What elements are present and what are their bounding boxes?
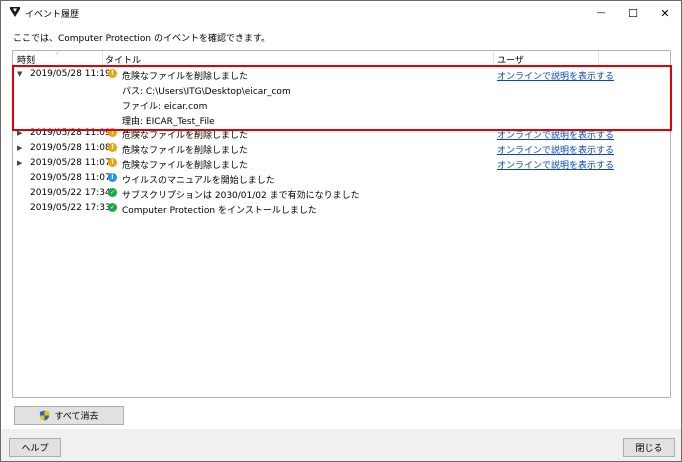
warning-icon: ! [108,158,117,167]
minimize-icon: — [596,8,606,18]
online-help-link[interactable]: オンラインで説明を表示する [497,128,614,141]
event-row[interactable]: ▼ 2019/05/28 11:19 ! 危険なファイルを削除しました オンライ… [13,67,670,82]
check-circle-icon: ✓ [108,188,117,197]
sort-indicator-icon: ▽ [55,50,60,56]
column-divider[interactable] [598,51,599,65]
event-time: 2019/05/22 17:33 [30,203,111,213]
event-row[interactable]: 2019/05/28 11:07 i ウイルスのマニュアルを開始しました [13,171,670,186]
page-description: ここでは、Computer Protection のイベントを確認できます。 [13,34,271,44]
column-header-user[interactable]: ユーザ [497,53,524,66]
online-help-link[interactable]: オンラインで説明を表示する [497,158,614,171]
close-window-button[interactable]: ✕ [649,1,681,25]
event-row[interactable]: 2019/05/22 17:33 ✓ Computer Protection を… [13,201,670,216]
event-time: 2019/05/28 11:19 [30,69,111,79]
title-bar[interactable]: イベント履歴 — ☐ ✕ [1,1,681,25]
maximize-button[interactable]: ☐ [617,1,649,25]
footer-bar: ヘルプ 閉じる [1,429,681,461]
event-title: 危険なファイルを削除しました [122,131,249,141]
event-time: 2019/05/22 17:34 [30,188,111,198]
event-title: 危険なファイルを削除しました [122,72,249,82]
collapse-arrow-icon[interactable]: ▼ [17,70,22,78]
event-detail-path: パス: C:\Users\ITG\Desktop\eicar_com [122,87,291,97]
event-time: 2019/05/28 11:07 [30,158,111,168]
window-title: イベント履歴 [25,10,80,20]
event-list[interactable]: ▽ 時刻 タイトル ユーザ ▼ 2019/05/28 11:19 ! 危険なファ… [12,50,671,398]
clear-all-label: すべて消去 [54,412,99,422]
list-header: ▽ 時刻 タイトル ユーザ [13,51,670,66]
event-detail-file: ファイル: eicar.com [122,102,208,112]
event-time: 2019/05/28 11:08 [30,143,111,153]
event-row[interactable]: ▶ 2019/05/28 11:08 ! 危険なファイルを削除しました オンライ… [13,141,670,156]
column-header-time[interactable]: 時刻 [17,53,35,66]
column-divider[interactable] [102,51,103,65]
event-title: サブスクリプションは 2030/01/02 まで有効になりました [122,191,360,201]
expand-arrow-icon[interactable]: ▶ [17,159,22,167]
online-help-link[interactable]: オンラインで説明を表示する [497,69,614,82]
warning-icon: ! [108,69,117,78]
maximize-icon: ☐ [628,6,638,20]
info-icon: i [108,173,117,182]
event-time: 2019/05/28 11:09 [30,128,111,138]
check-circle-icon: ✓ [108,203,117,212]
help-button[interactable]: ヘルプ [9,438,61,457]
shield-app-icon [10,7,20,17]
uac-shield-icon [40,410,50,421]
event-row[interactable]: 2019/05/22 17:34 ✓ サブスクリプションは 2030/01/02… [13,186,670,201]
event-time: 2019/05/28 11:07 [30,173,111,183]
expand-arrow-icon[interactable]: ▶ [17,129,22,137]
column-header-title[interactable]: タイトル [105,53,141,66]
close-button[interactable]: 閉じる [623,438,675,457]
event-title: Computer Protection をインストールしました [122,206,317,216]
event-row[interactable]: ▶ 2019/05/28 11:09 ! 危険なファイルを削除しました オンライ… [13,126,670,141]
event-title: 危険なファイルを削除しました [122,146,249,156]
event-history-window: イベント履歴 — ☐ ✕ ここでは、Computer Protection のイ… [0,0,682,462]
minimize-button[interactable]: — [585,1,617,25]
warning-icon: ! [108,143,117,152]
expand-arrow-icon[interactable]: ▶ [17,144,22,152]
column-divider[interactable] [493,51,494,65]
online-help-link[interactable]: オンラインで説明を表示する [497,143,614,156]
clear-all-button[interactable]: すべて消去 [14,406,124,425]
event-row[interactable]: ▶ 2019/05/28 11:07 ! 危険なファイルを削除しました オンライ… [13,156,670,171]
close-icon: ✕ [660,6,670,20]
event-title: ウイルスのマニュアルを開始しました [122,176,275,186]
event-title: 危険なファイルを削除しました [122,161,249,171]
warning-icon: ! [108,128,117,137]
